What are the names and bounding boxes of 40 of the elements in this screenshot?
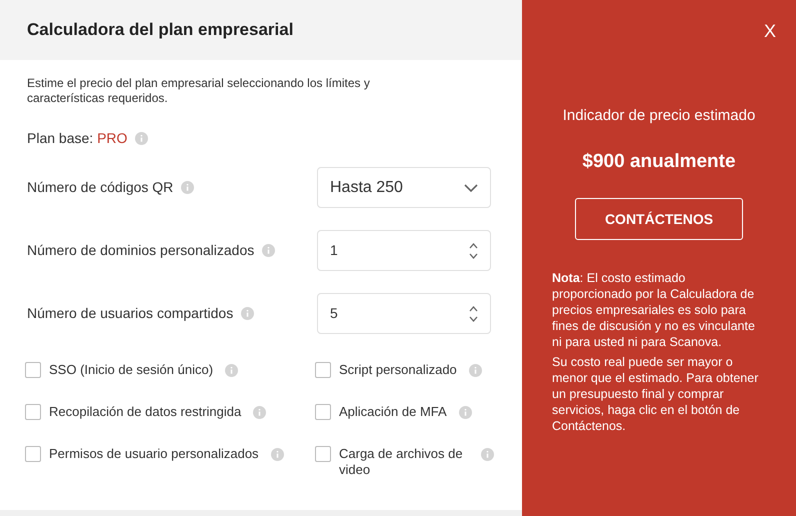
info-icon[interactable]: [262, 244, 276, 257]
option-label: Permisos de usuario personalizados: [49, 446, 259, 462]
checkbox[interactable]: [315, 446, 331, 462]
option-label: Script personalizado: [339, 362, 457, 378]
info-icon[interactable]: [481, 448, 494, 461]
info-icon[interactable]: [458, 406, 472, 419]
dropdown[interactable]: Hasta 250: [317, 167, 491, 208]
option-label: SSO (Inicio de sesión único): [49, 362, 214, 378]
plan-label: Plan base: PRO: [27, 129, 128, 148]
note-text: Su costo real puede ser mayor o menor que el estimado. Para obtener un presupuesto final y comprar servicios, haga clic en el botón de Contáctenos.: [552, 354, 760, 434]
stepper-icon[interactable]: [469, 242, 478, 258]
chevron-down-icon: [464, 184, 478, 192]
price-text: $900 anualmente: [582, 150, 736, 174]
field-label: Número de códigos QR: [27, 178, 174, 197]
checkbox[interactable]: [315, 362, 331, 378]
info-icon[interactable]: [181, 181, 194, 194]
checkbox[interactable]: [25, 362, 41, 378]
summary-heading: Indicador de precio estimado: [562, 106, 756, 126]
option-label: Carga de archivos de video: [339, 446, 464, 478]
info-icon[interactable]: [225, 364, 238, 377]
info-icon[interactable]: [135, 132, 148, 145]
info-icon[interactable]: [253, 406, 266, 419]
field-label: Número de dominios personalizados: [27, 241, 254, 260]
info-icon[interactable]: [241, 307, 254, 320]
stepper-icon[interactable]: [469, 306, 478, 322]
number-field[interactable]: 1: [317, 230, 491, 271]
note-text: Nota: El costo estimado proporcionado por la Calculadora de precios empresariales es solo para fines de discusión y no es vinculante ni para usted ni para Scanova.: [552, 270, 756, 350]
field-label: Número de usuarios compartidos: [27, 304, 234, 323]
checkbox[interactable]: [25, 404, 41, 420]
contact-button[interactable]: CONTÁCTENOS: [575, 198, 743, 240]
option-label: Aplicación de MFA: [339, 404, 447, 420]
intro-text: Estime el precio del plan empresarial seleccionando los límites y características requeridos.: [27, 76, 371, 106]
checkbox[interactable]: [25, 446, 41, 462]
checkbox[interactable]: [315, 404, 331, 420]
number-field[interactable]: 5: [317, 293, 491, 334]
close-button[interactable]: X: [764, 18, 776, 45]
dialog-title: Calculadora del plan empresarial: [27, 19, 294, 42]
info-icon[interactable]: [270, 448, 284, 461]
option-label: Recopilación de datos restringida: [49, 404, 242, 420]
info-icon[interactable]: [468, 364, 482, 377]
